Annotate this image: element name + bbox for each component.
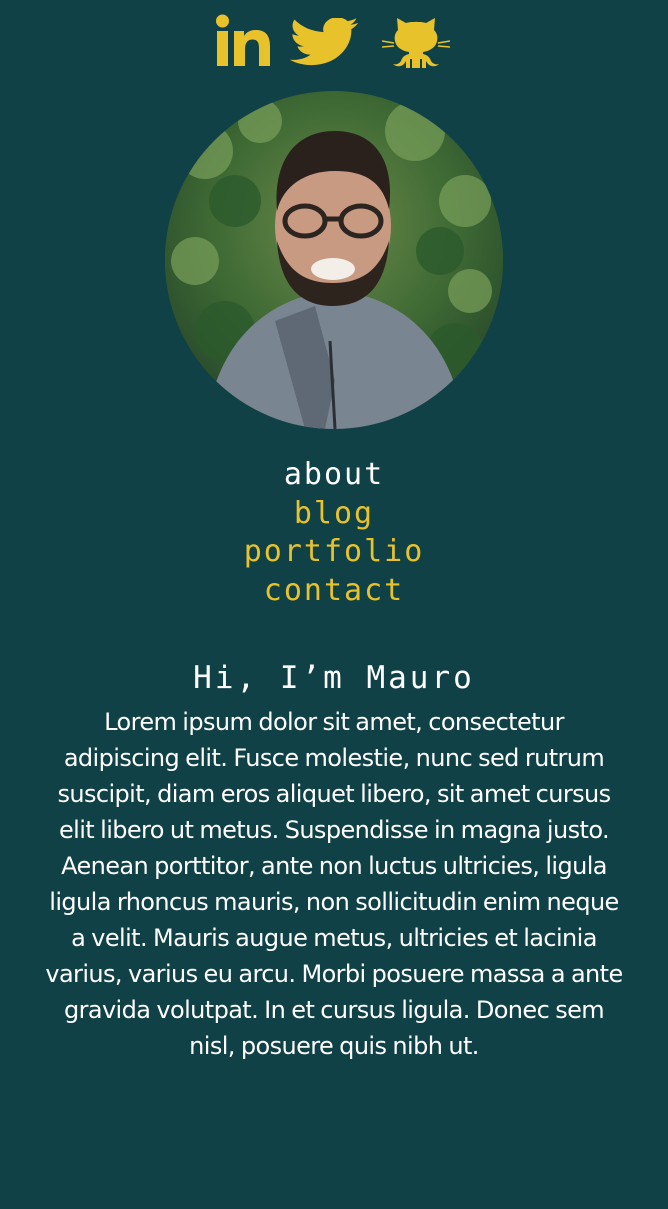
twitter-icon <box>290 18 359 66</box>
intro-heading: Hi, I’m Mauro <box>193 660 475 696</box>
intro-body: Lorem ipsum dolor sit amet, consectetur … <box>45 708 623 1060</box>
profile-photo <box>165 91 503 429</box>
nav-item-portfolio[interactable]: portfolio <box>0 533 668 572</box>
nav-item-contact[interactable]: contact <box>0 572 668 611</box>
main-nav: about blog portfolio contact <box>0 456 668 610</box>
linkedin-link[interactable] <box>216 14 272 68</box>
twitter-link[interactable] <box>290 18 362 68</box>
github-icon <box>382 18 450 68</box>
portrait-image <box>165 91 503 429</box>
github-link[interactable] <box>382 16 450 70</box>
linkedin-icon <box>216 14 270 66</box>
social-links <box>0 14 668 70</box>
nav-item-blog[interactable]: blog <box>0 495 668 534</box>
nav-item-about[interactable]: about <box>0 456 668 495</box>
